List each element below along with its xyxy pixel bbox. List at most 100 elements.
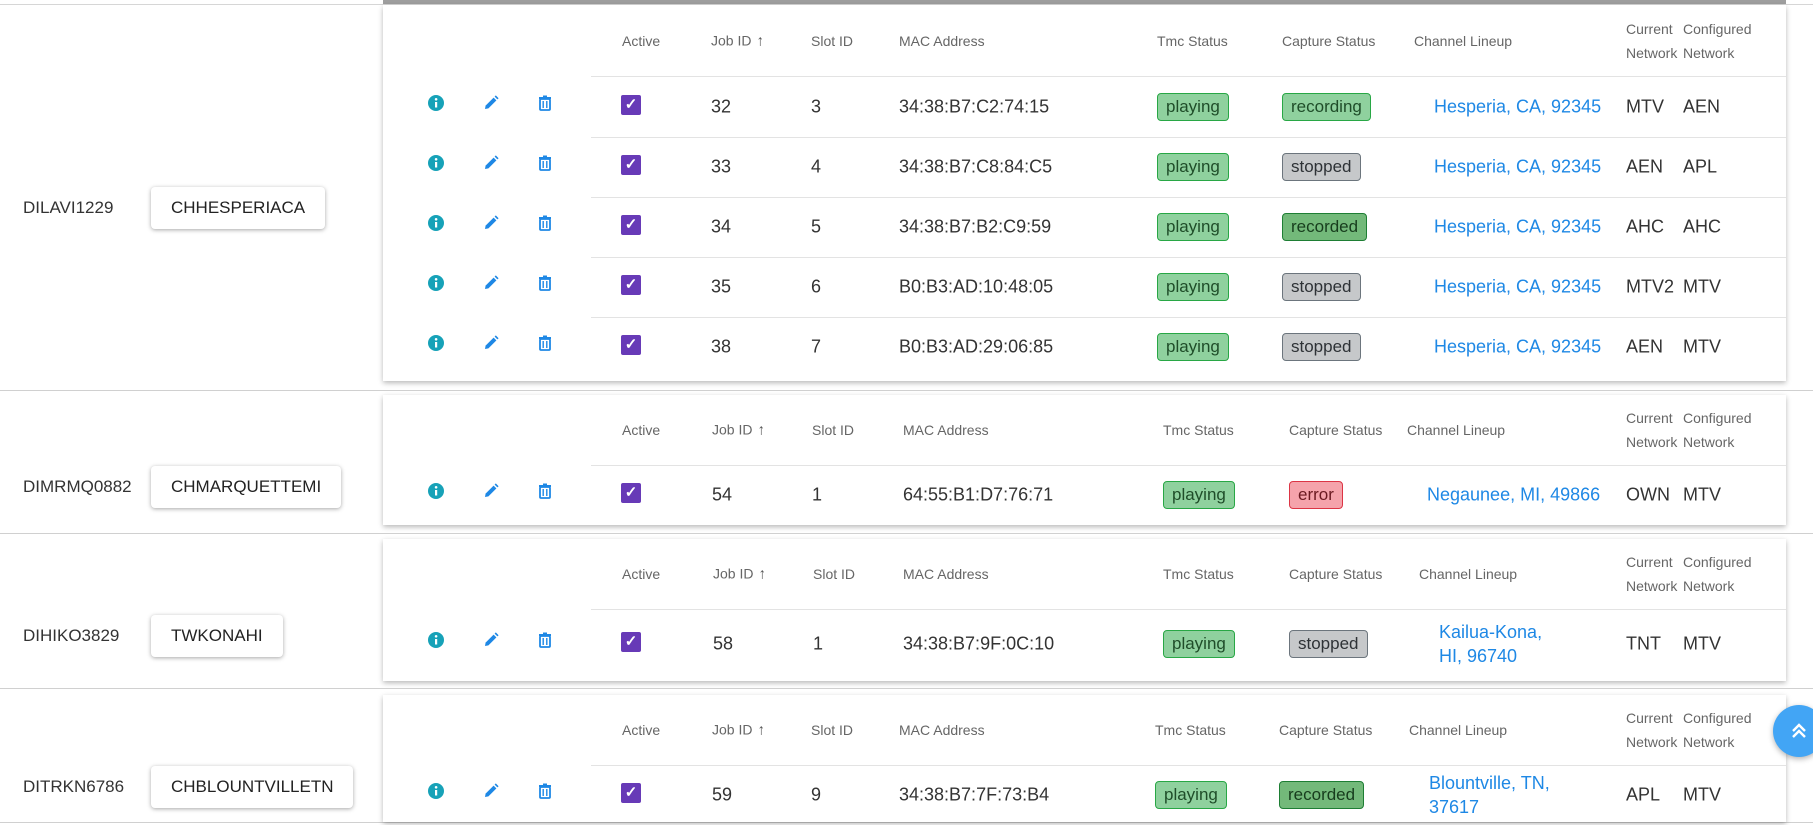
- active-checkbox[interactable]: ✓: [621, 155, 641, 175]
- configured-network-line1: Configured: [1683, 410, 1752, 426]
- trash-icon[interactable]: [534, 780, 556, 802]
- trash-icon[interactable]: [534, 212, 556, 234]
- active-checkbox[interactable]: ✓: [621, 632, 641, 652]
- column-header-capture-status[interactable]: Capture Status: [1279, 722, 1372, 738]
- column-header-slot-id[interactable]: Slot ID: [813, 566, 855, 582]
- trash-icon[interactable]: [534, 480, 556, 502]
- column-header-slot-id[interactable]: Slot ID: [812, 422, 854, 438]
- tmc-status-badge: playing: [1163, 630, 1235, 658]
- slot-id: 6: [811, 276, 822, 297]
- column-header-configured-network[interactable]: Configured Network: [1683, 550, 1763, 598]
- channel-lineup-link[interactable]: Hesperia, CA, 92345: [1434, 337, 1601, 358]
- info-icon[interactable]: [425, 212, 447, 234]
- column-header-job-id[interactable]: Job ID ↑: [712, 722, 765, 739]
- configured-network: MTV: [1683, 336, 1721, 357]
- column-header-slot-id[interactable]: Slot ID: [811, 33, 853, 49]
- job-id: 38: [711, 336, 732, 357]
- info-icon[interactable]: [425, 92, 447, 114]
- column-header-active[interactable]: Active: [622, 422, 660, 438]
- active-checkbox[interactable]: ✓: [621, 783, 641, 803]
- active-checkbox[interactable]: ✓: [621, 275, 641, 295]
- column-header-configured-network[interactable]: Configured Network: [1683, 706, 1763, 754]
- trash-icon[interactable]: [534, 332, 556, 354]
- column-header-mac[interactable]: MAC Address: [899, 33, 985, 49]
- pencil-icon[interactable]: [480, 780, 502, 802]
- pencil-icon[interactable]: [480, 152, 502, 174]
- column-header-channel-lineup[interactable]: Channel Lineup: [1409, 722, 1507, 738]
- table-row: ✓ 59 9 34:38:B7:7F:73:B4 playing recorded Blou…: [591, 765, 1786, 825]
- column-header-active[interactable]: Active: [622, 722, 660, 738]
- arrow-up-icon[interactable]: ↑: [758, 566, 766, 583]
- column-header-tmc-status[interactable]: Tmc Status: [1163, 422, 1234, 438]
- info-icon[interactable]: [425, 629, 447, 651]
- info-icon[interactable]: [425, 152, 447, 174]
- column-header-slot-id[interactable]: Slot ID: [811, 722, 853, 738]
- info-icon[interactable]: [425, 780, 447, 802]
- pencil-icon[interactable]: [480, 92, 502, 114]
- channel-lineup-link[interactable]: Hesperia, CA, 92345: [1434, 157, 1601, 178]
- device-id: DIHIKO3829: [23, 626, 120, 645]
- channel-lineup-link[interactable]: Kailua-Kona, HI, 96740: [1439, 620, 1569, 668]
- column-header-active[interactable]: Active: [622, 33, 660, 49]
- column-header-configured-network[interactable]: Configured Network: [1683, 17, 1763, 65]
- info-icon[interactable]: [425, 332, 447, 354]
- column-header-channel-lineup[interactable]: Channel Lineup: [1414, 33, 1512, 49]
- pencil-icon[interactable]: [480, 212, 502, 234]
- channel-lineup-link[interactable]: Hesperia, CA, 92345: [1434, 277, 1601, 298]
- trash-icon[interactable]: [534, 629, 556, 651]
- column-header-tmc-status[interactable]: Tmc Status: [1157, 33, 1228, 49]
- channel-lineup-link[interactable]: Blountville, TN, 37617: [1429, 771, 1559, 819]
- pencil-icon[interactable]: [480, 480, 502, 502]
- tmc-status-badge: playing: [1157, 273, 1229, 301]
- slot-id: 5: [811, 216, 822, 237]
- column-header-current-network[interactable]: Current Network: [1626, 706, 1686, 754]
- slot-id: 4: [811, 156, 822, 177]
- active-checkbox[interactable]: ✓: [621, 95, 641, 115]
- job-id: 35: [711, 276, 732, 297]
- column-header-tmc-status[interactable]: Tmc Status: [1155, 722, 1226, 738]
- column-header-mac[interactable]: MAC Address: [903, 566, 989, 582]
- column-header-configured-network[interactable]: Configured Network: [1683, 406, 1763, 454]
- arrow-up-icon[interactable]: ↑: [757, 422, 765, 439]
- active-checkbox[interactable]: ✓: [621, 215, 641, 235]
- channel-lineup-link[interactable]: Hesperia, CA, 92345: [1434, 217, 1601, 238]
- channel-button[interactable]: CHMARQUETTEMI: [151, 466, 342, 508]
- capture-status-badge: stopped: [1282, 153, 1361, 181]
- column-header-mac[interactable]: MAC Address: [903, 422, 989, 438]
- trash-icon[interactable]: [534, 272, 556, 294]
- pencil-icon[interactable]: [480, 629, 502, 651]
- column-header-channel-lineup[interactable]: Channel Lineup: [1419, 566, 1517, 582]
- column-header-job-id-label: Job ID: [712, 421, 753, 438]
- table-row: ✓ 38 7 B0:B3:AD:29:06:85 playing stopped Hespe…: [591, 317, 1786, 377]
- channel-button[interactable]: CHHESPERIACA: [151, 187, 326, 229]
- column-header-capture-status[interactable]: Capture Status: [1282, 33, 1375, 49]
- column-header-current-network[interactable]: Current Network: [1626, 550, 1686, 598]
- channel-button[interactable]: CHBLOUNTVILLETN: [151, 766, 354, 808]
- column-header-mac[interactable]: MAC Address: [899, 722, 985, 738]
- column-header-capture-status[interactable]: Capture Status: [1289, 566, 1382, 582]
- column-header-capture-status[interactable]: Capture Status: [1289, 422, 1382, 438]
- active-checkbox[interactable]: ✓: [621, 483, 641, 503]
- jobs-table: Active Job ID ↑ Slot ID MAC Address Tmc Statu…: [383, 695, 1786, 822]
- channel-lineup-link[interactable]: Hesperia, CA, 92345: [1434, 97, 1601, 118]
- info-icon[interactable]: [425, 272, 447, 294]
- column-header-tmc-status[interactable]: Tmc Status: [1163, 566, 1234, 582]
- column-header-current-network[interactable]: Current Network: [1626, 17, 1686, 65]
- column-header-active[interactable]: Active: [622, 566, 660, 582]
- column-header-current-network[interactable]: Current Network: [1626, 406, 1686, 454]
- arrow-up-icon[interactable]: ↑: [757, 722, 765, 739]
- arrow-up-icon[interactable]: ↑: [756, 32, 764, 49]
- pencil-icon[interactable]: [480, 332, 502, 354]
- column-header-job-id[interactable]: Job ID ↑: [711, 32, 764, 49]
- column-header-channel-lineup[interactable]: Channel Lineup: [1407, 422, 1505, 438]
- channel-lineup-link[interactable]: Negaunee, MI, 49866: [1427, 485, 1600, 506]
- trash-icon[interactable]: [534, 92, 556, 114]
- column-header-job-id[interactable]: Job ID ↑: [712, 422, 765, 439]
- trash-icon[interactable]: [534, 152, 556, 174]
- info-icon[interactable]: [425, 480, 447, 502]
- channel-button[interactable]: TWKONAHI: [151, 615, 283, 657]
- pencil-icon[interactable]: [480, 272, 502, 294]
- active-checkbox[interactable]: ✓: [621, 335, 641, 355]
- column-header-job-id[interactable]: Job ID ↑: [713, 566, 766, 583]
- current-network: APL: [1626, 784, 1661, 805]
